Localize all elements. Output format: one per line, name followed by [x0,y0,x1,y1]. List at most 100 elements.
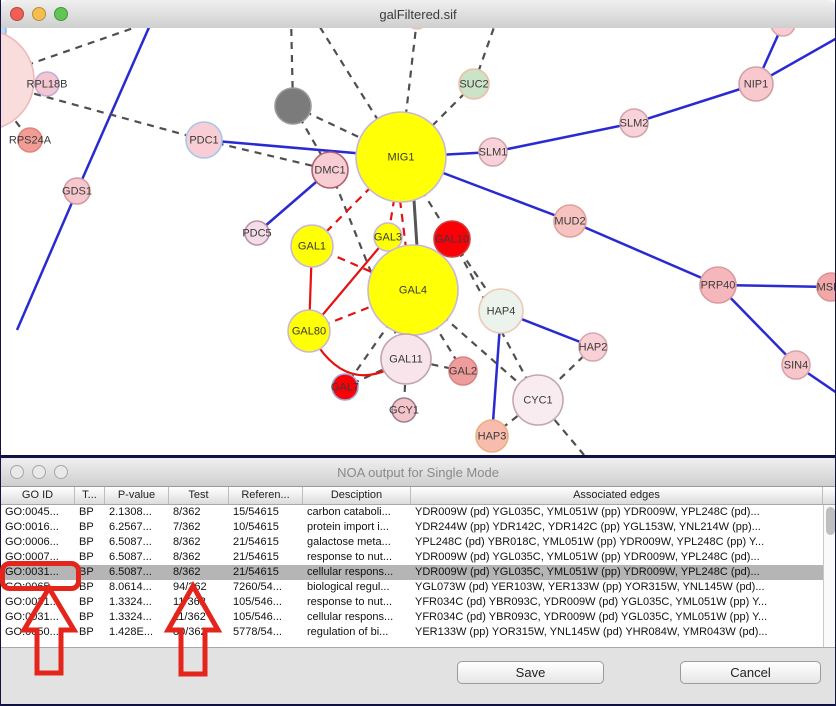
table-cell-edges[interactable]: YGL073W (pd) YER103W, YER133W (pp) YOR31… [411,580,823,595]
table-cell-reference[interactable]: 105/546... [229,595,303,610]
table-cell-reference[interactable]: 15/54615 [229,505,303,520]
table-cell-go_id[interactable]: GO:0006... [1,535,75,550]
network-node-pink-top[interactable] [771,28,795,36]
table-cell-edges[interactable]: YFR034C (pd) YBR093C, YDR009W (pd) YGL03… [411,610,823,625]
table-row[interactable]: GO:0007...BP6.5087...8/36221/54615respon… [1,550,823,565]
table-cell-edges[interactable]: YER133W (pp) YOR315W, YNL145W (pd) YHR08… [411,625,823,640]
noa-window-title: NOA output for Single Mode [1,465,835,480]
node-label: GAL4 [399,285,427,297]
table-cell-test[interactable]: 8/362 [169,505,229,520]
table-row[interactable]: GO:0006...BP6.5087...8/36221/54615galact… [1,535,823,550]
table-cell-type[interactable]: BP [75,595,105,610]
table-cell-test[interactable]: 80/362 [169,625,229,640]
network-canvas[interactable]: RPL18BRPS24AGDS1PDC1DMC1MIG1SUC2SLM1SLM2… [1,28,835,455]
node-label: GAL1 [298,241,326,253]
column-header-associatededges[interactable]: Associated edges [411,487,823,504]
table-row[interactable]: GO:0065...BP8.0614...94/3627260/54...bio… [1,580,823,595]
table-cell-reference[interactable]: 10/54615 [229,520,303,535]
table-cell-go_id[interactable]: GO:0031... [1,565,75,580]
table-cell-type[interactable]: BP [75,625,105,640]
save-button[interactable]: Save [457,661,604,684]
table-cell-go_id[interactable]: GO:0031... [1,595,75,610]
table-cell-type[interactable]: BP [75,580,105,595]
node-label: SLM1 [479,147,508,159]
table-cell-test[interactable]: 7/362 [169,520,229,535]
table-cell-reference[interactable]: 21/54615 [229,565,303,580]
table-cell-edges[interactable]: YPL248C (pd) YBR018C, YML051W (pp) YDR00… [411,535,823,550]
table-cell-reference[interactable]: 7260/54... [229,580,303,595]
column-header-pvalue[interactable]: P-value [105,487,169,504]
table-cell-go_id[interactable]: GO:0031... [1,610,75,625]
table-cell-test[interactable]: 8/362 [169,550,229,565]
table-cell-edges[interactable]: YDR009W (pd) YGL035C, YML051W (pp) YDR00… [411,550,823,565]
table-cell-test[interactable]: 8/362 [169,535,229,550]
table-cell-p_value[interactable]: 6.5087... [105,550,169,565]
table-row[interactable]: GO:0050...BP1.428E...80/3625778/54...reg… [1,625,823,640]
table-cell-test[interactable]: 11/362 [169,610,229,625]
node-label: GAL80 [292,326,326,338]
table-cell-reference[interactable]: 5778/54... [229,625,303,640]
table-cell-type[interactable]: BP [75,520,105,535]
table-cell-type[interactable]: BP [75,610,105,625]
table-cell-type[interactable]: BP [75,565,105,580]
graph-window-titlebar[interactable]: galFiltered.sif [1,0,835,29]
table-cell-p_value[interactable]: 1.428E... [105,625,169,640]
table-cell-p_value[interactable]: 2.1308... [105,505,169,520]
table-row[interactable]: GO:0016...BP6.2567...7/36210/54615protei… [1,520,823,535]
network-edge[interactable] [17,191,77,330]
table-cell-description[interactable]: response to nut... [303,595,411,610]
table-cell-description[interactable]: biological regul... [303,580,411,595]
column-header-t[interactable]: T... [75,487,105,504]
table-cell-edges[interactable]: YDR244W (pp) YDR142C, YDR142C (pp) YGL15… [411,520,823,535]
table-cell-p_value[interactable]: 8.0614... [105,580,169,595]
table-cell-p_value[interactable]: 1.3324... [105,595,169,610]
table-cell-description[interactable]: cellular respons... [303,565,411,580]
table-cell-test[interactable]: 11/362 [169,595,229,610]
table-cell-p_value[interactable]: 6.5087... [105,535,169,550]
table-cell-reference[interactable]: 105/546... [229,610,303,625]
table-cell-go_id[interactable]: GO:0065... [1,580,75,595]
network-edge[interactable] [634,84,756,123]
table-row[interactable]: GO:0045...BP2.1308...8/36215/54615carbon… [1,505,823,520]
scrollbar-thumb[interactable] [826,507,835,535]
cancel-button[interactable]: Cancel [680,661,821,684]
table-cell-description[interactable]: regulation of bi... [303,625,411,640]
table-cell-type[interactable]: BP [75,505,105,520]
table-cell-description[interactable]: cellular respons... [303,610,411,625]
table-cell-go_id[interactable]: GO:0045... [1,505,75,520]
table-cell-description[interactable]: protein import i... [303,520,411,535]
table-cell-test[interactable]: 8/362 [169,565,229,580]
table-cell-go_id[interactable]: GO:0007... [1,550,75,565]
table-row[interactable]: GO:0031...BP1.3324...11/362105/546...cel… [1,610,823,625]
table-cell-go_id[interactable]: GO:0050... [1,625,75,640]
network-node-graynode[interactable] [275,88,311,124]
table-cell-description[interactable]: carbon cataboli... [303,505,411,520]
node-label: GAL3 [374,232,402,244]
column-header-goid[interactable]: GO ID [1,487,75,504]
table-cell-p_value[interactable]: 6.5087... [105,565,169,580]
table-cell-reference[interactable]: 21/54615 [229,550,303,565]
vertical-scrollbar[interactable] [823,505,835,647]
table-cell-description[interactable]: response to nut... [303,550,411,565]
network-edge[interactable] [493,123,634,152]
table-cell-description[interactable]: galactose meta... [303,535,411,550]
table-cell-edges[interactable]: YDR009W (pd) YGL035C, YML051W (pp) YDR00… [411,565,823,580]
table-cell-p_value[interactable]: 1.3324... [105,610,169,625]
table-cell-p_value[interactable]: 6.2567... [105,520,169,535]
table-row[interactable]: GO:0031...BP1.3324...11/362105/546...res… [1,595,823,610]
column-header-referen[interactable]: Referen... [229,487,303,504]
column-header-test[interactable]: Test [169,487,229,504]
network-edge[interactable] [414,200,417,247]
table-cell-test[interactable]: 94/362 [169,580,229,595]
column-header-desciption[interactable]: Desciption [303,487,411,504]
table-cell-type[interactable]: BP [75,550,105,565]
table-cell-go_id[interactable]: GO:0016... [1,520,75,535]
network-node-green-top[interactable] [407,28,427,29]
table-cell-type[interactable]: BP [75,535,105,550]
table-cell-edges[interactable]: YFR034C (pd) YBR093C, YDR009W (pd) YGL03… [411,595,823,610]
table-row[interactable]: GO:0031...BP6.5087...8/36221/54615cellul… [1,565,823,580]
network-edge[interactable] [570,221,718,285]
table-cell-reference[interactable]: 21/54615 [229,535,303,550]
table-cell-edges[interactable]: YDR009W (pd) YGL035C, YML051W (pp) YDR00… [411,505,823,520]
noa-window-titlebar[interactable]: NOA output for Single Mode [1,458,835,487]
